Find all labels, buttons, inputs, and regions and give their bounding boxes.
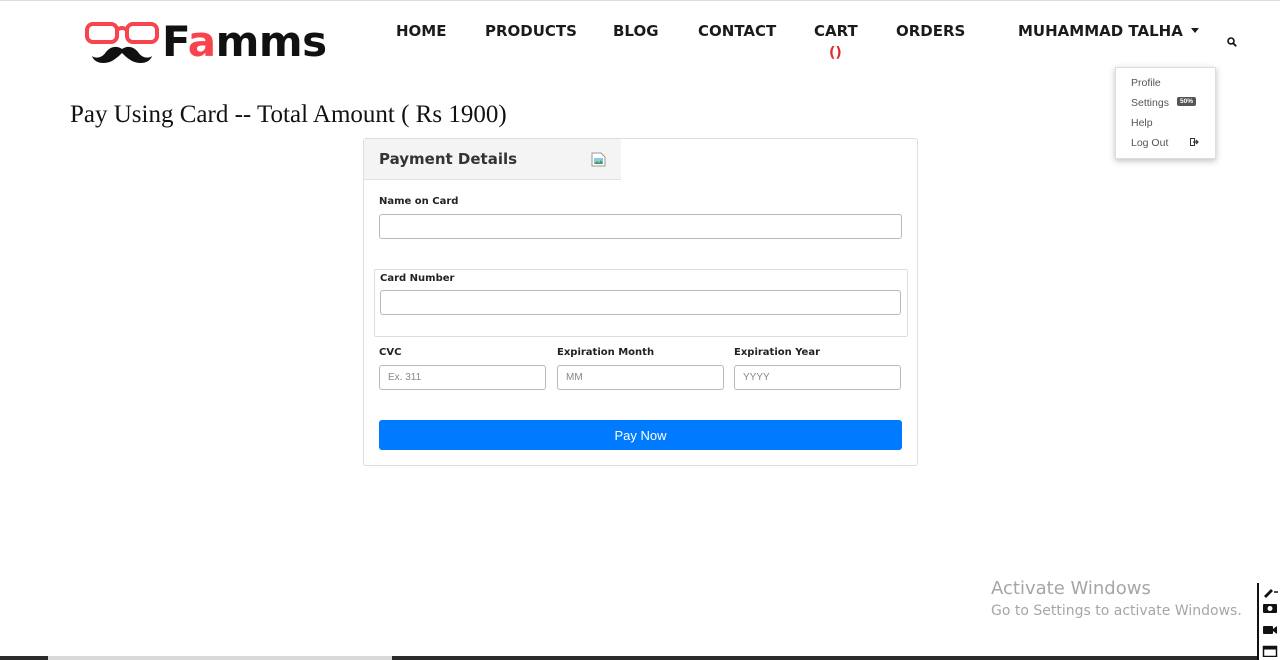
cvc-label: CVC [379,347,402,358]
expiration-year-label: Expiration Year [734,347,821,358]
tool-window-icon[interactable] [1262,645,1278,657]
nav-blog[interactable]: BLOG [613,22,659,40]
card-number-label: Card Number [380,273,455,284]
nav-contact[interactable]: CONTACT [698,22,776,40]
broken-image-icon [591,152,606,167]
settings-badge: 50% [1177,97,1197,106]
logout-icon [1190,138,1199,146]
glasses-mustache-logo-icon [85,22,159,64]
user-menu-toggle[interactable]: MUHAMMAD TALHA [1018,22,1199,40]
menu-item-help[interactable]: Help [1131,117,1153,129]
name-on-card-input[interactable] [379,214,902,239]
taskbar-scroll-thumb [48,656,392,660]
pay-now-button[interactable]: Pay Now [379,420,902,450]
menu-item-settings[interactable]: Settings [1131,97,1169,109]
watermark-title: Activate Windows [991,578,1151,599]
side-tool-panel [1257,583,1280,660]
logo-wordmark: Famms [162,17,327,66]
expiration-year-input[interactable] [734,365,901,390]
user-dropdown-menu: Profile Settings 50% Help Log Out [1115,67,1216,159]
payment-card: Payment Details Name on Card Card Number… [363,138,918,466]
nav-home[interactable]: HOME [396,22,446,40]
expiration-month-input[interactable] [557,365,724,390]
activate-windows-watermark: Activate Windows Go to Settings to activ… [991,578,1242,619]
tool-pen-icon[interactable] [1262,586,1278,598]
payment-card-title: Payment Details [379,150,518,168]
top-border [0,0,1280,1]
menu-item-profile[interactable]: Profile [1131,77,1161,89]
menu-item-logout[interactable]: Log Out [1131,137,1168,149]
expiration-month-label: Expiration Month [557,347,655,358]
watermark-subtitle: Go to Settings to activate Windows. [991,603,1242,619]
card-number-input[interactable] [380,290,901,315]
cvc-input[interactable] [379,365,546,390]
page-title: Pay Using Card -- Total Amount ( Rs 1900… [70,101,507,128]
tool-camera-icon[interactable] [1262,601,1278,613]
payment-card-header: Payment Details [364,139,621,180]
nav-orders[interactable]: ORDERS [896,22,965,40]
nav-cart[interactable]: CART [814,22,858,40]
nav-products[interactable]: PRODUCTS [485,22,577,40]
user-name: MUHAMMAD TALHA [1018,22,1183,40]
caret-down-icon [1190,28,1199,33]
tool-video-icon[interactable] [1262,624,1278,636]
card-number-group: Card Number [374,269,908,337]
cart-count: () [829,45,842,61]
taskbar-strip [0,656,1257,660]
search-icon[interactable] [1227,37,1237,47]
name-on-card-label: Name on Card [379,196,459,207]
brand-logo[interactable]: Famms [84,14,327,70]
